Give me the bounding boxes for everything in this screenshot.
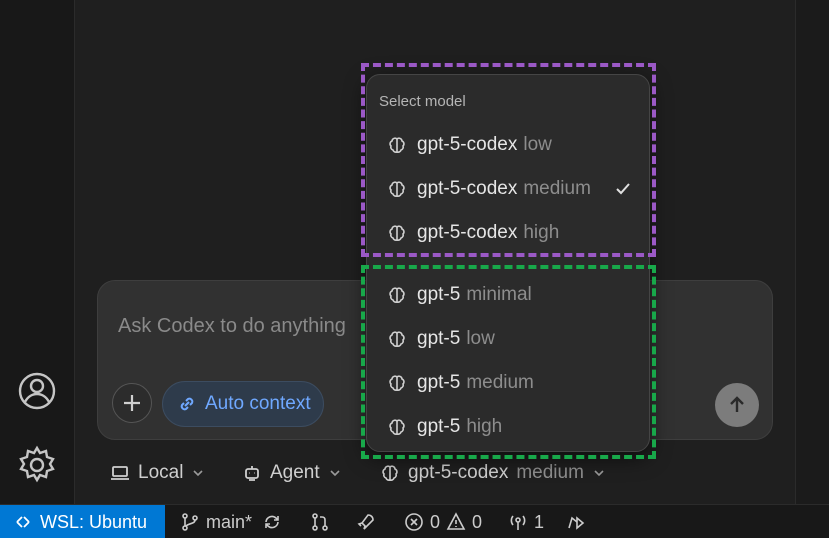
remote-icon [16, 516, 30, 528]
model-option[interactable]: gpt-5 minimal [373, 275, 643, 315]
link-icon [180, 397, 194, 411]
brain-icon [389, 137, 405, 153]
brain-icon [389, 419, 405, 435]
mode-selector[interactable]: Agent [242, 458, 342, 488]
brain-icon [389, 331, 405, 347]
send-button[interactable] [715, 383, 759, 427]
status-bar: WSL: Ubuntu main* 0 0 1 [0, 504, 829, 538]
model-name: gpt-5-codex [408, 462, 509, 483]
model-option[interactable]: gpt-5 low [373, 319, 643, 359]
model-option-effort: high [523, 222, 560, 243]
model-option-effort: low [523, 134, 552, 155]
model-option-name: gpt-5 [417, 328, 461, 349]
mode-label: Agent [270, 462, 320, 483]
ports-count: 1 [534, 511, 545, 532]
model-option-effort: minimal [466, 284, 532, 305]
brain-icon [389, 287, 405, 303]
branch-label: main* [206, 511, 253, 532]
model-selector[interactable]: gpt-5-codex medium [380, 458, 606, 488]
model-option[interactable]: gpt-5-codex low [373, 125, 643, 165]
brain-icon [389, 225, 405, 241]
auto-context-label: Auto context [205, 393, 311, 414]
activity-bar [0, 0, 75, 504]
model-option-effort: high [466, 416, 503, 437]
branch-indicator[interactable]: main* [180, 505, 252, 538]
chevron-down-icon [594, 470, 604, 477]
remote-indicator[interactable]: WSL: Ubuntu [0, 505, 165, 538]
model-option-name: gpt-5-codex [417, 178, 518, 199]
chevron-down-icon [330, 470, 340, 477]
sync-icon [265, 515, 279, 529]
model-option[interactable]: gpt-5-codex high [373, 213, 643, 253]
model-option-name: gpt-5-codex [417, 134, 518, 155]
pull-request-icon [312, 513, 328, 531]
chevron-down-icon [193, 470, 203, 477]
arrow-up-icon [730, 396, 744, 412]
location-label: Local [138, 462, 184, 483]
git-branch-icon [182, 513, 198, 531]
ports-indicator[interactable]: 1 [508, 505, 544, 538]
warning-count: 0 [472, 511, 483, 532]
model-option-effort: medium [523, 178, 591, 199]
brain-icon [389, 375, 405, 391]
model-option-name: gpt-5 [417, 284, 461, 305]
error-icon [405, 513, 423, 531]
live-share-button[interactable] [566, 505, 586, 538]
rocket-icon [357, 514, 374, 530]
model-option-effort: medium [466, 372, 534, 393]
model-option[interactable]: gpt-5 high [373, 407, 643, 447]
brain-icon [382, 465, 398, 481]
model-option[interactable]: gpt-5-codex medium [373, 169, 643, 209]
sync-button[interactable] [262, 505, 282, 538]
checkmark-icon [616, 183, 630, 195]
model-option-name: gpt-5 [417, 416, 461, 437]
plus-icon [124, 395, 140, 411]
account-icon[interactable] [16, 370, 58, 412]
location-selector[interactable]: Local [110, 458, 205, 488]
pull-request-button[interactable] [310, 505, 330, 538]
model-option[interactable]: gpt-5 medium [373, 363, 643, 403]
add-context-button[interactable] [112, 383, 152, 423]
laptop-icon [111, 466, 129, 480]
live-share-icon [568, 516, 585, 530]
dropdown-title: Select model [379, 93, 466, 110]
robot-icon [245, 466, 259, 481]
error-count: 0 [430, 511, 441, 532]
vscode-window: Auto context Local Agent [0, 0, 829, 538]
model-option-effort: low [466, 328, 495, 349]
broadcast-icon [510, 515, 526, 530]
model-option-name: gpt-5-codex [417, 222, 518, 243]
remote-label: WSL: Ubuntu [40, 511, 148, 532]
deploy-button[interactable] [356, 505, 376, 538]
model-effort: medium [516, 462, 584, 483]
warning-icon [446, 512, 466, 530]
brain-icon [389, 181, 405, 197]
problems-indicator[interactable]: 0 0 [404, 505, 482, 538]
settings-gear-icon[interactable] [16, 444, 58, 486]
secondary-panel-edge [795, 0, 829, 504]
model-option-name: gpt-5 [417, 372, 461, 393]
auto-context-button[interactable]: Auto context [162, 381, 324, 427]
model-dropdown: Select model gpt-5-codex low gpt-5-codex me… [366, 74, 650, 452]
